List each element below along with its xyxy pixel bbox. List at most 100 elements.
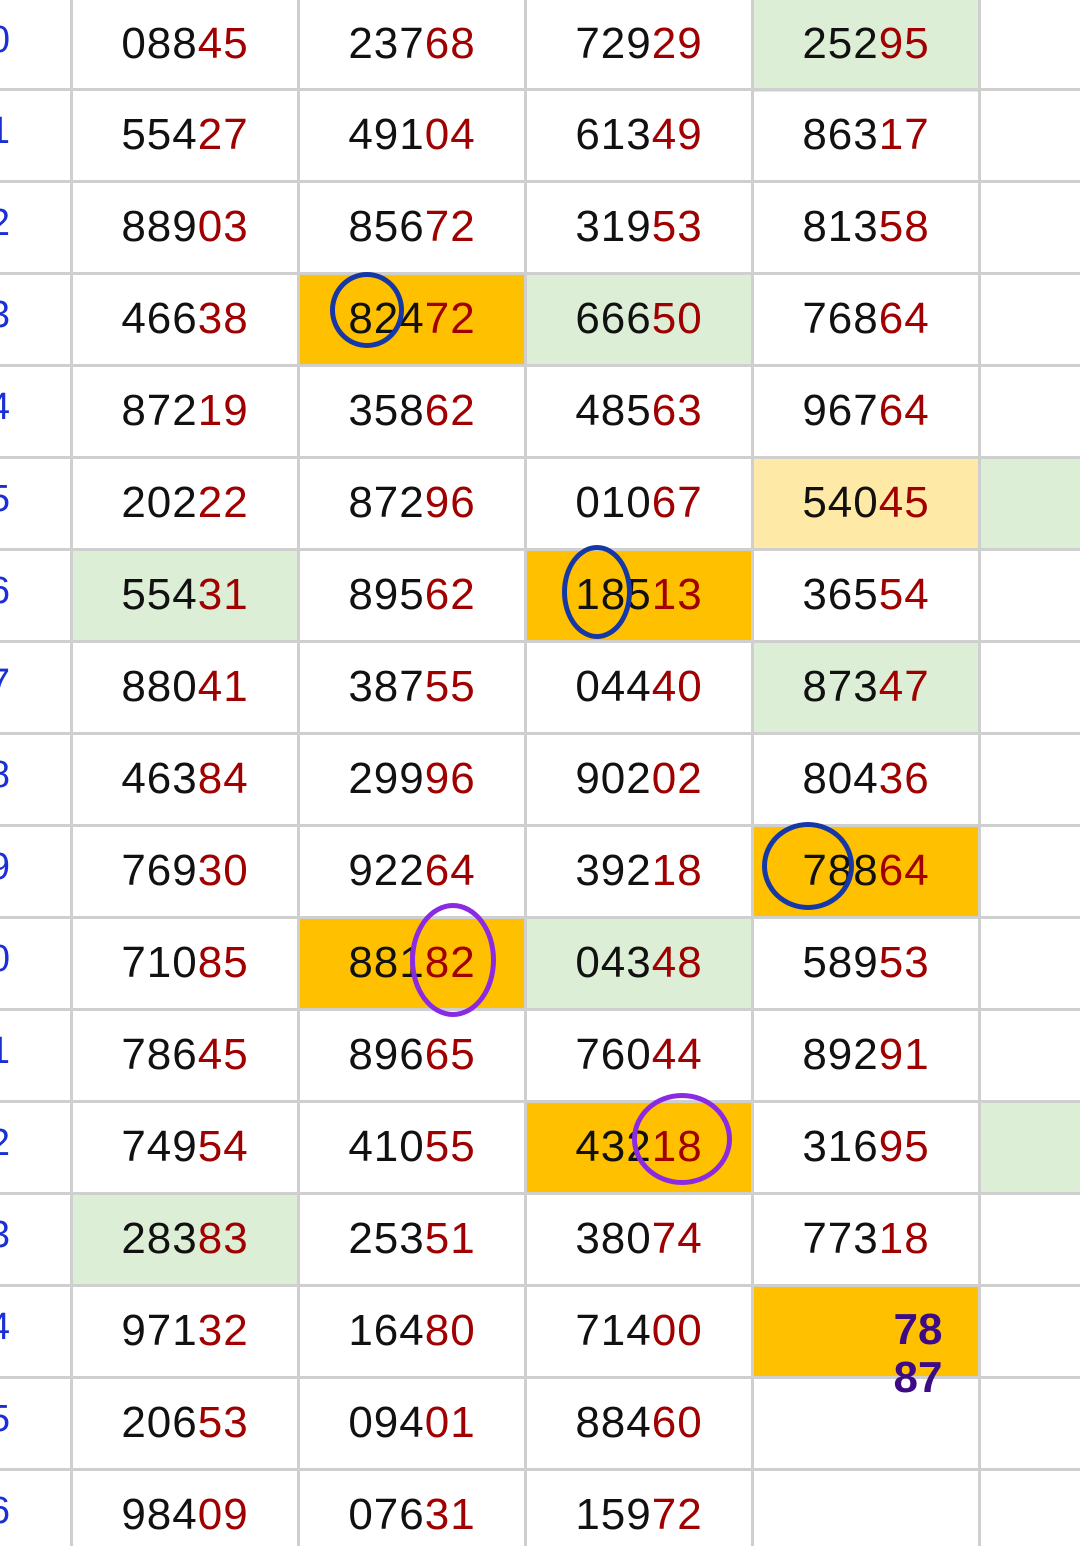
row-header[interactable]: 3 (0, 275, 10, 367)
cell-col-e[interactable] (980, 91, 1080, 183)
cell-col-d[interactable]: 54045 (753, 459, 979, 551)
cell-col-c[interactable]: 61349 (526, 91, 752, 183)
cell-col-c[interactable]: 88460 (526, 1379, 752, 1471)
cell-col-d[interactable]: 58953 (753, 919, 979, 1011)
cell-col-c[interactable]: 15972 (526, 1471, 752, 1563)
cell-col-d[interactable]: 31695 (753, 1103, 979, 1195)
cell-col-d[interactable]: 87347 (753, 643, 979, 735)
cell-col-e[interactable] (980, 1195, 1080, 1287)
cell-col-b[interactable]: 89562 (299, 551, 525, 643)
cell-col-a[interactable]: 87219 (72, 367, 298, 459)
cell-col-a[interactable]: 88041 (72, 643, 298, 735)
cell-col-e[interactable] (980, 735, 1080, 827)
row-header[interactable]: 6 (0, 551, 10, 643)
cell-col-e[interactable] (980, 1287, 1080, 1379)
cell-col-d[interactable]: 77318 (753, 1195, 979, 1287)
cell-col-c[interactable]: 39218 (526, 827, 752, 919)
cell-col-b[interactable]: 38755 (299, 643, 525, 735)
cell-col-a[interactable]: 71085 (72, 919, 298, 1011)
cell-col-d[interactable]: 76864 (753, 275, 979, 367)
row-header[interactable]: 3 (0, 1195, 10, 1287)
cell-col-e[interactable] (980, 275, 1080, 367)
cell-col-a[interactable]: 97132 (72, 1287, 298, 1379)
cell-col-a[interactable]: 46384 (72, 735, 298, 827)
cell-col-c[interactable]: 43218 (526, 1103, 752, 1195)
row-header[interactable]: 5 (0, 1379, 10, 1471)
cell-col-d[interactable]: 86317 (753, 91, 979, 183)
cell-col-b[interactable]: 16480 (299, 1287, 525, 1379)
cell-col-a[interactable]: 28383 (72, 1195, 298, 1287)
row-header[interactable]: 2 (0, 1103, 10, 1195)
cell-col-b[interactable]: 35862 (299, 367, 525, 459)
row-header[interactable]: 2 (0, 183, 10, 275)
cell-col-b[interactable]: 25351 (299, 1195, 525, 1287)
cell-col-c[interactable]: 18513 (526, 551, 752, 643)
cell-col-d[interactable] (753, 1471, 979, 1563)
cell-col-c[interactable]: 31953 (526, 183, 752, 275)
cell-col-e[interactable] (980, 0, 1080, 92)
cell-col-a[interactable]: 08845 (72, 0, 298, 92)
cell-col-b[interactable]: 23768 (299, 0, 525, 92)
cell-col-c[interactable]: 38074 (526, 1195, 752, 1287)
cell-col-b[interactable]: 89665 (299, 1011, 525, 1103)
cell-col-a[interactable]: 88903 (72, 183, 298, 275)
cell-col-a[interactable]: 76930 (72, 827, 298, 919)
cell-col-e[interactable] (980, 1011, 1080, 1103)
row-header[interactable]: 9 (0, 827, 10, 919)
cell-col-a[interactable]: 78645 (72, 1011, 298, 1103)
cell-col-e[interactable] (980, 827, 1080, 919)
cell-col-c[interactable]: 72929 (526, 0, 752, 92)
cell-col-a[interactable]: 20653 (72, 1379, 298, 1471)
cell-col-d[interactable]: 96764 (753, 367, 979, 459)
cell-col-e[interactable] (980, 1471, 1080, 1563)
cell-col-b[interactable]: 88182 (299, 919, 525, 1011)
cell-col-e[interactable] (980, 367, 1080, 459)
row-header[interactable]: 6 (0, 1471, 10, 1563)
cell-col-d[interactable]: 36554 (753, 551, 979, 643)
cell-col-b[interactable]: 07631 (299, 1471, 525, 1563)
cell-col-e[interactable] (980, 643, 1080, 735)
cell-col-e[interactable] (980, 919, 1080, 1011)
cell-col-b[interactable]: 41055 (299, 1103, 525, 1195)
cell-col-e[interactable] (980, 1379, 1080, 1471)
cell-col-e[interactable] (980, 1103, 1080, 1195)
cell-col-a[interactable]: 20222 (72, 459, 298, 551)
cell-col-b[interactable]: 82472 (299, 275, 525, 367)
row-header[interactable]: 5 (0, 459, 10, 551)
cell-col-b[interactable]: 09401 (299, 1379, 525, 1471)
cell-col-b[interactable]: 85672 (299, 183, 525, 275)
row-header[interactable]: 1 (0, 91, 10, 183)
cell-col-d[interactable]: 81358 (753, 183, 979, 275)
cell-col-a[interactable]: 98409 (72, 1471, 298, 1563)
cell-col-e[interactable] (980, 183, 1080, 275)
cell-col-a[interactable]: 74954 (72, 1103, 298, 1195)
cell-col-b[interactable]: 29996 (299, 735, 525, 827)
cell-col-c[interactable]: 04348 (526, 919, 752, 1011)
row-header[interactable]: 4 (0, 1287, 10, 1379)
cell-col-e[interactable] (980, 459, 1080, 551)
cell-col-a[interactable]: 55427 (72, 91, 298, 183)
cell-col-d[interactable]: 89291 (753, 1011, 979, 1103)
cell-col-d[interactable]: 25295 (753, 0, 979, 92)
cell-col-d[interactable]: 80436 (753, 735, 979, 827)
cell-col-c[interactable]: 04440 (526, 643, 752, 735)
cell-col-c[interactable]: 71400 (526, 1287, 752, 1379)
cell-col-c[interactable]: 90202 (526, 735, 752, 827)
row-header[interactable]: 7 (0, 643, 10, 735)
cell-col-c[interactable]: 01067 (526, 459, 752, 551)
cell-col-c[interactable]: 76044 (526, 1011, 752, 1103)
row-header[interactable]: 8 (0, 735, 10, 827)
cell-col-d[interactable]: 78864 (753, 827, 979, 919)
cell-col-b[interactable]: 49104 (299, 91, 525, 183)
row-header[interactable]: 0 (0, 919, 10, 1011)
row-header[interactable]: 1 (0, 1011, 10, 1103)
cell-col-a[interactable]: 46638 (72, 275, 298, 367)
row-header[interactable]: 4 (0, 367, 10, 459)
cell-col-c[interactable]: 48563 (526, 367, 752, 459)
cell-col-b[interactable]: 92264 (299, 827, 525, 919)
cell-col-a[interactable]: 55431 (72, 551, 298, 643)
cell-col-b[interactable]: 87296 (299, 459, 525, 551)
cell-col-e[interactable] (980, 551, 1080, 643)
cell-col-c[interactable]: 66650 (526, 275, 752, 367)
row-header[interactable]: 0 (0, 0, 10, 92)
